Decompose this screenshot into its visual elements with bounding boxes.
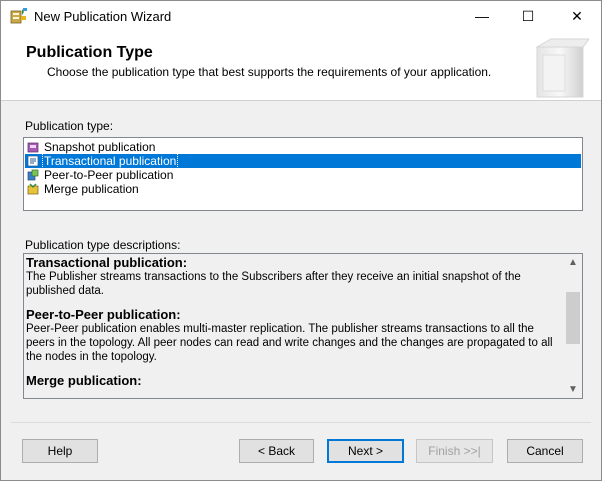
list-item-label: Merge publication [44,182,139,196]
minimize-button[interactable]: — [459,1,505,31]
publication-type-label: Publication type: [25,119,114,133]
next-button-label: Next > [347,444,383,458]
finish-button-label: Finish >>| [428,444,481,458]
description-heading: Peer-to-Peer publication: [26,307,181,322]
snapshot-publication-icon [27,142,39,153]
list-item-label: Peer-to-Peer publication [44,168,174,182]
next-button[interactable]: Next > [327,439,404,463]
descriptions-content: Transactional publication: The Publisher… [26,256,563,388]
merge-publication-icon [27,183,39,195]
help-button-label: Help [47,444,73,458]
cancel-button[interactable]: Cancel [507,439,583,463]
wizard-window: New Publication Wizard — ☐ ✕ Publication… [0,0,602,481]
list-item-label: Snapshot publication [44,140,156,154]
wizard-header: Publication Type Choose the publication … [1,31,601,101]
back-button-label: < Back [257,444,296,458]
list-item-snapshot[interactable]: Snapshot publication [25,140,581,154]
close-button[interactable]: ✕ [554,1,600,31]
publication-descriptions-box[interactable]: Transactional publication: The Publisher… [23,253,583,399]
description-heading: Merge publication: [26,373,142,388]
chevron-up-icon: ▲ [568,257,578,268]
finish-button[interactable]: Finish >>| [416,439,493,463]
help-button[interactable]: Help [22,439,98,463]
close-icon: ✕ [571,7,583,24]
window-title: New Publication Wizard [34,9,172,24]
page-subtitle: Choose the publication type that best su… [47,65,492,79]
scroll-down-button[interactable]: ▼ [564,381,582,398]
list-item-peer-to-peer[interactable]: Peer-to-Peer publication [25,168,581,182]
transactional-publication-icon [27,155,39,167]
list-item-transactional[interactable]: Transactional publication [25,153,581,169]
wizard-banner-icon [535,38,589,98]
scroll-up-button[interactable]: ▲ [564,254,582,271]
title-bar: New Publication Wizard — ☐ ✕ [1,1,601,31]
description-text: The Publisher streams transactions to th… [26,271,521,297]
cancel-button-label: Cancel [526,444,564,458]
description-text: Peer-Peer publication enables multi-mast… [26,323,553,363]
wizard-app-icon [10,8,27,24]
minimize-icon: — [475,8,489,24]
publication-type-list[interactable]: Snapshot publication Transactional publi… [23,137,583,211]
footer-divider [11,422,591,423]
description-heading: Transactional publication: [26,255,188,270]
maximize-icon: ☐ [521,7,535,24]
page-title: Publication Type [26,44,153,61]
chevron-down-icon: ▼ [568,384,578,395]
list-item-merge[interactable]: Merge publication [25,182,581,196]
maximize-button[interactable]: ☐ [505,1,551,31]
list-item-label: Transactional publication [41,153,179,169]
scrollbar-thumb[interactable] [566,292,580,344]
back-button[interactable]: < Back [239,439,314,463]
vertical-scrollbar[interactable]: ▲ ▼ [564,254,582,398]
peer-to-peer-publication-icon [27,169,39,181]
publication-descriptions-label: Publication type descriptions: [25,238,181,252]
